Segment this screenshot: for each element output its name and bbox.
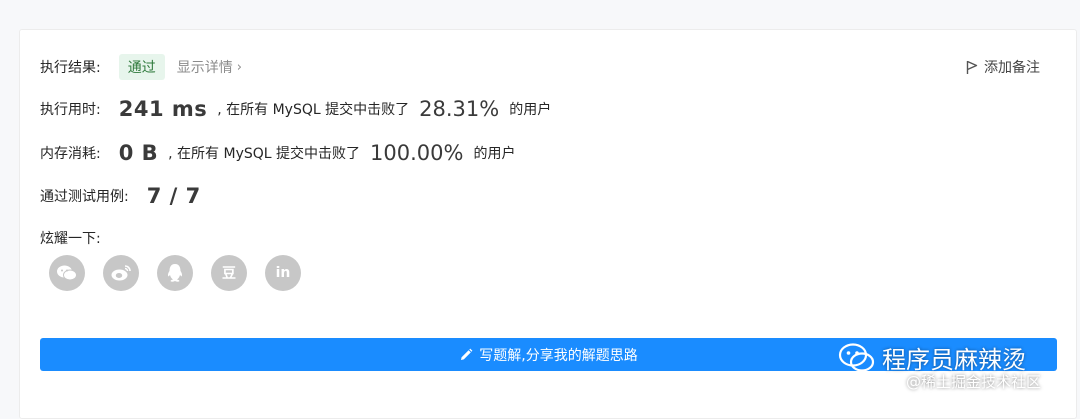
show-details-label: 显示详情 [176,60,233,76]
share-buttons: 豆 in [49,255,319,291]
share-wechat-button[interactable] [49,255,85,291]
show-details-link[interactable]: 显示详情 › [177,57,242,77]
watermark-title-text: 程序员麻辣烫 [882,346,1026,374]
share-linkedin-button[interactable]: in [265,255,301,291]
tests-label: 通过测试用例: [40,189,129,205]
add-note-label: 添加备注 [984,60,1040,76]
linkedin-icon: in [275,265,291,281]
memory-suffix: 的用户 [473,146,516,162]
runtime-label: 执行用时: [40,102,101,118]
memory-percent: 100.00% [370,141,464,165]
chevron-right-icon: › [236,59,242,75]
result-row: 执行结果: 通过 显示详情 › [40,54,242,80]
wechat-icon [57,265,77,281]
share-douban-button[interactable]: 豆 [211,255,247,291]
runtime-row: 执行用时: 241 ms , 在所有 MySQL 提交中击败了 28.31% 的… [40,97,551,121]
runtime-beat-text: , 在所有 MySQL 提交中击败了 [217,102,410,118]
share-qq-button[interactable] [157,255,193,291]
pencil-icon [461,348,473,360]
memory-beat-text: , 在所有 MySQL 提交中击败了 [168,146,361,162]
memory-label: 内存消耗: [40,146,101,162]
qq-icon [167,264,183,282]
share-weibo-button[interactable] [103,255,139,291]
weibo-icon [111,265,131,281]
watermark-title: 程序员麻辣烫 [838,340,1026,375]
watermark-source: @稀土掘金技术社区 [906,373,1042,391]
runtime-percent: 28.31% [419,97,500,121]
result-label: 执行结果: [40,60,101,76]
memory-value: 0 B [118,141,159,165]
runtime-value: 241 ms [118,97,208,121]
memory-row: 内存消耗: 0 B , 在所有 MySQL 提交中击败了 100.00% 的用户 [40,141,515,165]
tests-row: 通过测试用例: 7 / 7 [40,184,211,208]
wechat-logo-icon [838,342,875,372]
tests-value: 7 / 7 [146,184,201,208]
share-row-label: 炫耀一下: [40,228,101,248]
status-badge: 通过 [118,54,165,80]
douban-icon: 豆 [222,266,236,282]
runtime-suffix: 的用户 [509,102,552,118]
write-solution-label: 写题解,分享我的解题思路 [479,347,638,364]
flag-icon [966,60,978,74]
share-label: 炫耀一下: [40,231,101,247]
add-note-button[interactable]: 添加备注 [966,57,1040,77]
